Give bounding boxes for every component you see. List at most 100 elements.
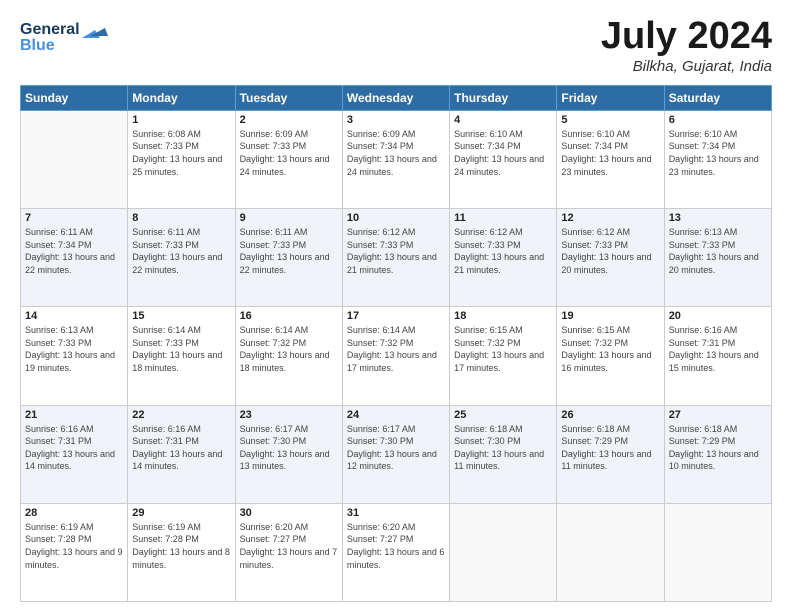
day-info: Sunrise: 6:20 AMSunset: 7:27 PMDaylight:… bbox=[347, 521, 445, 571]
calendar-week-row: 28 Sunrise: 6:19 AMSunset: 7:28 PMDayligh… bbox=[21, 503, 772, 601]
table-row: 1 Sunrise: 6:08 AMSunset: 7:33 PMDaylight… bbox=[128, 110, 235, 208]
table-row: 11Sunrise: 6:12 AMSunset: 7:33 PMDayligh… bbox=[450, 209, 557, 307]
logo-svg: General Blue bbox=[20, 16, 110, 54]
svg-text:General: General bbox=[20, 21, 80, 38]
table-row: 21 Sunrise: 6:16 AMSunset: 7:31 PMDayligh… bbox=[21, 405, 128, 503]
day-number: 28 bbox=[25, 507, 123, 519]
day-info: Sunrise: 6:11 AMSunset: 7:33 PMDaylight:… bbox=[240, 226, 338, 276]
col-sunday: Sunday bbox=[21, 85, 128, 110]
table-row: 6 Sunrise: 6:10 AMSunset: 7:34 PMDaylight… bbox=[664, 110, 771, 208]
day-number: 3 bbox=[347, 114, 445, 126]
calendar-week-row: 1 Sunrise: 6:08 AMSunset: 7:33 PMDaylight… bbox=[21, 110, 772, 208]
month-year-title: July 2024 bbox=[601, 16, 772, 58]
table-row: 31 Sunrise: 6:20 AMSunset: 7:27 PMDayligh… bbox=[342, 503, 449, 601]
day-info: Sunrise: 6:15 AMSunset: 7:32 PMDaylight:… bbox=[561, 324, 659, 374]
day-info: Sunrise: 6:09 AMSunset: 7:34 PMDaylight:… bbox=[347, 128, 445, 178]
table-row: 18 Sunrise: 6:15 AMSunset: 7:32 PMDayligh… bbox=[450, 307, 557, 405]
day-info: Sunrise: 6:12 AMSunset: 7:33 PMDaylight:… bbox=[347, 226, 445, 276]
day-info: Sunrise: 6:14 AMSunset: 7:32 PMDaylight:… bbox=[240, 324, 338, 374]
day-info: Sunrise: 6:11 AMSunset: 7:34 PMDaylight:… bbox=[25, 226, 123, 276]
calendar-page: General Blue July 2024 Bilkha, Gujarat, … bbox=[0, 0, 792, 612]
title-section: July 2024 Bilkha, Gujarat, India bbox=[601, 16, 772, 75]
day-number: 9 bbox=[240, 212, 338, 224]
day-info: Sunrise: 6:17 AMSunset: 7:30 PMDaylight:… bbox=[240, 423, 338, 473]
day-info: Sunrise: 6:10 AMSunset: 7:34 PMDaylight:… bbox=[669, 128, 767, 178]
day-info: Sunrise: 6:20 AMSunset: 7:27 PMDaylight:… bbox=[240, 521, 338, 571]
day-number: 26 bbox=[561, 409, 659, 421]
table-row: 15 Sunrise: 6:14 AMSunset: 7:33 PMDayligh… bbox=[128, 307, 235, 405]
day-number: 18 bbox=[454, 310, 552, 322]
table-row: 4 Sunrise: 6:10 AMSunset: 7:34 PMDaylight… bbox=[450, 110, 557, 208]
day-headers-row: Sunday Monday Tuesday Wednesday Thursday… bbox=[21, 85, 772, 110]
day-number: 1 bbox=[132, 114, 230, 126]
table-row: 17Sunrise: 6:14 AMSunset: 7:32 PMDayligh… bbox=[342, 307, 449, 405]
day-info: Sunrise: 6:15 AMSunset: 7:32 PMDaylight:… bbox=[454, 324, 552, 374]
table-row: 29 Sunrise: 6:19 AMSunset: 7:28 PMDayligh… bbox=[128, 503, 235, 601]
day-number: 16 bbox=[240, 310, 338, 322]
day-number: 19 bbox=[561, 310, 659, 322]
table-row bbox=[664, 503, 771, 601]
day-number: 14 bbox=[25, 310, 123, 322]
day-info: Sunrise: 6:16 AMSunset: 7:31 PMDaylight:… bbox=[25, 423, 123, 473]
day-info: Sunrise: 6:19 AMSunset: 7:28 PMDaylight:… bbox=[132, 521, 230, 571]
table-row: 25 Sunrise: 6:18 AMSunset: 7:30 PMDayligh… bbox=[450, 405, 557, 503]
table-row bbox=[21, 110, 128, 208]
day-number: 27 bbox=[669, 409, 767, 421]
table-row: 24 Sunrise: 6:17 AMSunset: 7:30 PMDayligh… bbox=[342, 405, 449, 503]
day-number: 23 bbox=[240, 409, 338, 421]
day-number: 29 bbox=[132, 507, 230, 519]
day-info: Sunrise: 6:14 AMSunset: 7:32 PMDaylight:… bbox=[347, 324, 445, 374]
table-row: 20Sunrise: 6:16 AMSunset: 7:31 PMDayligh… bbox=[664, 307, 771, 405]
day-number: 10 bbox=[347, 212, 445, 224]
table-row: 23 Sunrise: 6:17 AMSunset: 7:30 PMDayligh… bbox=[235, 405, 342, 503]
location-label: Bilkha, Gujarat, India bbox=[601, 58, 772, 75]
table-row: 26 Sunrise: 6:18 AMSunset: 7:29 PMDayligh… bbox=[557, 405, 664, 503]
table-row: 7 Sunrise: 6:11 AMSunset: 7:34 PMDaylight… bbox=[21, 209, 128, 307]
day-info: Sunrise: 6:18 AMSunset: 7:29 PMDaylight:… bbox=[669, 423, 767, 473]
col-wednesday: Wednesday bbox=[342, 85, 449, 110]
day-info: Sunrise: 6:13 AMSunset: 7:33 PMDaylight:… bbox=[25, 324, 123, 374]
day-number: 5 bbox=[561, 114, 659, 126]
day-number: 21 bbox=[25, 409, 123, 421]
table-row: 16 Sunrise: 6:14 AMSunset: 7:32 PMDayligh… bbox=[235, 307, 342, 405]
day-info: Sunrise: 6:18 AMSunset: 7:29 PMDaylight:… bbox=[561, 423, 659, 473]
day-info: Sunrise: 6:14 AMSunset: 7:33 PMDaylight:… bbox=[132, 324, 230, 374]
day-info: Sunrise: 6:10 AMSunset: 7:34 PMDaylight:… bbox=[561, 128, 659, 178]
day-number: 12 bbox=[561, 212, 659, 224]
table-row: 13 Sunrise: 6:13 AMSunset: 7:33 PMDayligh… bbox=[664, 209, 771, 307]
day-info: Sunrise: 6:13 AMSunset: 7:33 PMDaylight:… bbox=[669, 226, 767, 276]
table-row: 3 Sunrise: 6:09 AMSunset: 7:34 PMDaylight… bbox=[342, 110, 449, 208]
day-number: 30 bbox=[240, 507, 338, 519]
day-info: Sunrise: 6:11 AMSunset: 7:33 PMDaylight:… bbox=[132, 226, 230, 276]
table-row: 19 Sunrise: 6:15 AMSunset: 7:32 PMDayligh… bbox=[557, 307, 664, 405]
day-number: 20 bbox=[669, 310, 767, 322]
table-row: 9 Sunrise: 6:11 AMSunset: 7:33 PMDaylight… bbox=[235, 209, 342, 307]
day-info: Sunrise: 6:18 AMSunset: 7:30 PMDaylight:… bbox=[454, 423, 552, 473]
day-info: Sunrise: 6:10 AMSunset: 7:34 PMDaylight:… bbox=[454, 128, 552, 178]
calendar-table: Sunday Monday Tuesday Wednesday Thursday… bbox=[20, 85, 772, 602]
table-row: 2 Sunrise: 6:09 AMSunset: 7:33 PMDaylight… bbox=[235, 110, 342, 208]
col-thursday: Thursday bbox=[450, 85, 557, 110]
day-number: 25 bbox=[454, 409, 552, 421]
table-row: 8Sunrise: 6:11 AMSunset: 7:33 PMDaylight… bbox=[128, 209, 235, 307]
day-number: 6 bbox=[669, 114, 767, 126]
day-number: 13 bbox=[669, 212, 767, 224]
day-number: 7 bbox=[25, 212, 123, 224]
header: General Blue July 2024 Bilkha, Gujarat, … bbox=[20, 16, 772, 75]
day-number: 15 bbox=[132, 310, 230, 322]
day-info: Sunrise: 6:17 AMSunset: 7:30 PMDaylight:… bbox=[347, 423, 445, 473]
table-row bbox=[450, 503, 557, 601]
col-monday: Monday bbox=[128, 85, 235, 110]
svg-text:Blue: Blue bbox=[20, 37, 55, 54]
day-number: 4 bbox=[454, 114, 552, 126]
table-row bbox=[557, 503, 664, 601]
table-row: 5 Sunrise: 6:10 AMSunset: 7:34 PMDaylight… bbox=[557, 110, 664, 208]
col-friday: Friday bbox=[557, 85, 664, 110]
day-number: 2 bbox=[240, 114, 338, 126]
day-info: Sunrise: 6:09 AMSunset: 7:33 PMDaylight:… bbox=[240, 128, 338, 178]
day-number: 31 bbox=[347, 507, 445, 519]
table-row: 30 Sunrise: 6:20 AMSunset: 7:27 PMDayligh… bbox=[235, 503, 342, 601]
day-number: 24 bbox=[347, 409, 445, 421]
table-row: 10 Sunrise: 6:12 AMSunset: 7:33 PMDayligh… bbox=[342, 209, 449, 307]
day-info: Sunrise: 6:08 AMSunset: 7:33 PMDaylight:… bbox=[132, 128, 230, 178]
